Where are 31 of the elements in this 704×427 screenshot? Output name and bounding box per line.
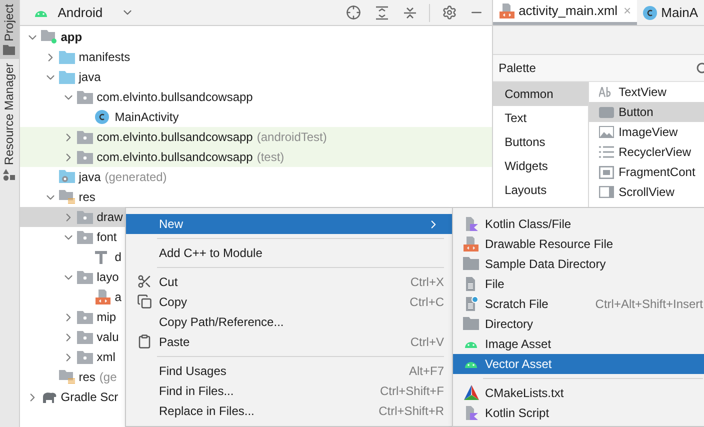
tree-label: manifests [78, 49, 130, 66]
tree-label: draw [96, 209, 123, 226]
shortcut-label: Ctrl+C [410, 294, 444, 311]
shortcut-label: Ctrl+V [410, 334, 444, 351]
shortcut-label: Alt+F7 [408, 363, 444, 380]
tree-label: layo [96, 269, 119, 286]
tree-label: valu [96, 329, 119, 346]
shortcut-label: Ctrl+X [410, 274, 444, 291]
shortcut-label: Ctrl+Shift+F [380, 383, 444, 400]
tree-label-suffix: (generated) [104, 169, 167, 186]
tree-label: xml [96, 349, 116, 366]
tree-label-suffix: (androidTest) [256, 129, 327, 146]
tree-label: a [114, 289, 122, 306]
tree-label: java [78, 169, 101, 186]
tree-label: com.elvinto.bullsandcowsapp [96, 89, 253, 106]
tree-label: d [114, 249, 122, 266]
tree-label: Gradle Scr [60, 389, 118, 406]
tree-label: res [78, 369, 96, 386]
shortcut-label: Ctrl+Shift+R [378, 403, 444, 420]
tree-label: app [60, 29, 82, 46]
tree-label: mip [96, 309, 116, 326]
tree-label: java [78, 69, 101, 86]
tree-label: font [96, 229, 117, 246]
tree-label: com.elvinto.bullsandcowsapp [96, 149, 253, 166]
tree-label: MainActivity [114, 109, 179, 126]
tree-label-suffix: (ge [99, 369, 117, 386]
tree-label: res [78, 189, 96, 206]
palette-title: Palette [498, 60, 536, 77]
shortcut-label: Ctrl+Alt+Shift+Insert [595, 296, 703, 313]
tree-label-suffix: (test) [256, 149, 284, 166]
tree-label: com.elvinto.bullsandcowsapp [96, 129, 253, 146]
